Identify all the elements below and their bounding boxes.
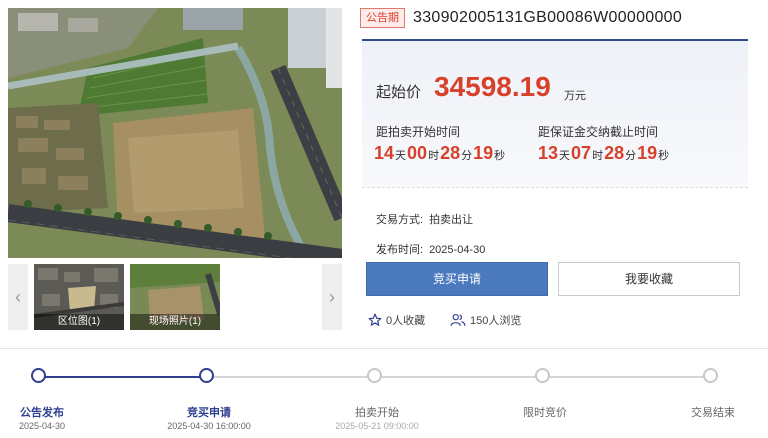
people-icon [450, 314, 466, 326]
auction-countdown: 14天00时28分19秒 [374, 143, 506, 164]
countdown-seconds: 19 [473, 143, 494, 163]
star-outline-icon [368, 313, 382, 326]
unit-day: 天 [395, 150, 407, 162]
price-panel: 起始价 34598.19 万元 距拍卖开始时间 距保证金交纳截止时间 14天00… [362, 41, 748, 187]
progress-track-pending [206, 376, 710, 378]
unit-hour: 时 [428, 150, 440, 162]
favorites-count[interactable]: 0人收藏 [368, 312, 425, 328]
thumbnail-location-map[interactable]: 区位图(1) [34, 264, 124, 330]
unit-day: 天 [559, 150, 571, 162]
start-price-unit: 万元 [564, 90, 586, 102]
countdown-minutes: 28 [440, 143, 461, 163]
step-dot-bid-application [199, 368, 214, 383]
favorites-text: 0人收藏 [386, 315, 426, 327]
step-dot-timed-bidding [535, 368, 550, 383]
step-name-auction-start: 拍卖开始 [355, 407, 399, 419]
unit-second: 秒 [658, 150, 670, 162]
unit-second: 秒 [494, 150, 506, 162]
progress-track-completed [38, 376, 206, 378]
auction-countdown-label: 距拍卖开始时间 [376, 125, 461, 139]
progress-divider [0, 348, 768, 349]
step-date-bid-application: 2025-04-30 16:00:00 [167, 421, 251, 431]
thumbnail-caption: 区位图(1) [34, 314, 124, 330]
trade-method-row: 交易方式: 拍卖出让 [376, 211, 473, 227]
publish-time-row: 发布时间: 2025-04-30 [376, 241, 485, 257]
thumbnail-caption: 现场照片(1) [130, 314, 220, 330]
deposit-countdown-label: 距保证金交纳截止时间 [538, 125, 659, 139]
step-dot-trade-end [703, 368, 718, 383]
countdown-days: 13 [538, 143, 559, 163]
countdown-days: 14 [374, 143, 395, 163]
step-name-bid-application: 竞买申请 [187, 407, 231, 419]
deposit-countdown: 13天07时28分19秒 [538, 143, 670, 164]
add-favorite-button[interactable]: 我要收藏 [558, 262, 740, 296]
status-badge: 公告期 [360, 8, 405, 28]
views-text: 150人浏览 [470, 315, 522, 327]
trade-method-label: 交易方式: [376, 214, 424, 226]
step-name-timed-bidding: 限时竞价 [523, 407, 567, 419]
unit-minute: 分 [461, 150, 473, 162]
start-price-value: 34598.19 [434, 71, 551, 102]
thumbnail-strip: ‹ 区位图(1) 现场照片(1) › [8, 264, 342, 330]
step-dot-announcement [31, 368, 46, 383]
chevron-right-icon[interactable]: › [322, 264, 342, 330]
listing-code: 330902005131GB00086W00000000 [413, 9, 683, 26]
listing-header: 公告期 330902005131GB00086W00000000 [360, 8, 682, 28]
countdown-hours: 07 [571, 143, 592, 163]
step-dot-auction-start [367, 368, 382, 383]
views-count: 150人浏览 [450, 312, 521, 328]
aerial-land-image [8, 8, 342, 258]
trade-method-value: 拍卖出让 [429, 214, 474, 226]
step-name-trade-end: 交易结束 [691, 407, 735, 419]
unit-hour: 时 [592, 150, 604, 162]
start-price-label: 起始价 [376, 84, 422, 101]
countdown-minutes: 28 [604, 143, 625, 163]
step-date-auction-start: 2025-05-21 09:00:00 [335, 421, 419, 431]
apply-bid-button[interactable]: 竞买申请 [366, 262, 548, 296]
countdown-seconds: 19 [637, 143, 658, 163]
chevron-left-icon[interactable]: ‹ [8, 264, 28, 330]
info-divider [362, 187, 748, 188]
publish-time-label: 发布时间: [376, 244, 424, 256]
countdown-hours: 00 [407, 143, 428, 163]
main-land-photo[interactable] [8, 8, 342, 258]
step-date-announcement: 2025-04-30 [18, 421, 66, 431]
unit-minute: 分 [625, 150, 637, 162]
step-name-announcement: 公告发布 [20, 407, 64, 419]
thumbnail-site-photo[interactable]: 现场照片(1) [130, 264, 220, 330]
publish-time-value: 2025-04-30 [429, 244, 486, 256]
